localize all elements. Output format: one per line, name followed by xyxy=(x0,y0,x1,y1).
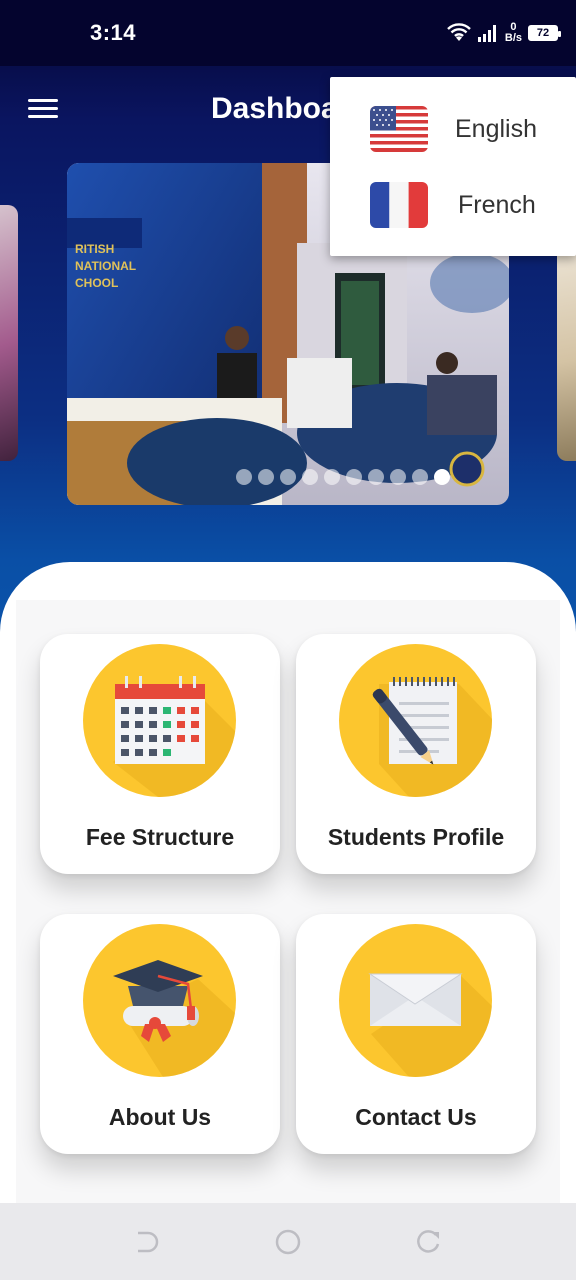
carousel-dot[interactable] xyxy=(346,469,362,485)
carousel-dot[interactable] xyxy=(368,469,384,485)
home-icon[interactable] xyxy=(275,1229,301,1255)
language-label-english: English xyxy=(455,114,537,143)
recent-apps-icon[interactable] xyxy=(416,1229,442,1255)
svg-text:RITISH: RITISH xyxy=(75,242,114,256)
status-bar: 3:14 0 B/s 72 xyxy=(0,0,576,66)
network-speed: 0 B/s xyxy=(505,22,522,44)
carousel-dot[interactable] xyxy=(434,469,450,485)
about-us-label: About Us xyxy=(108,1104,212,1130)
fee-structure-label: Fee Structure xyxy=(85,824,235,850)
language-menu: English French xyxy=(330,77,576,256)
svg-text:CHOOL: CHOOL xyxy=(75,276,118,290)
contact-us-label: Contact Us xyxy=(355,1104,477,1130)
carousel-dot[interactable] xyxy=(302,469,318,485)
carousel-dot[interactable] xyxy=(280,469,296,485)
dashboard-screen: 3:14 0 B/s 72 Dashboard RITISH NATIONAL … xyxy=(0,0,576,1280)
calendar-icon xyxy=(83,644,236,797)
svg-text:NATIONAL: NATIONAL xyxy=(75,259,136,273)
carousel-previous-slide[interactable] xyxy=(0,205,18,461)
status-icons: 0 B/s 72 xyxy=(447,18,561,48)
back-icon[interactable] xyxy=(134,1229,160,1255)
about-us-card[interactable]: About Us xyxy=(40,914,280,1154)
carousel-dot[interactable] xyxy=(390,469,406,485)
system-navigation-bar xyxy=(0,1203,576,1280)
wifi-icon xyxy=(447,23,471,41)
notepad-pen-icon xyxy=(339,644,492,797)
contact-us-card[interactable]: Contact Us xyxy=(296,914,536,1154)
signal-icon xyxy=(477,25,496,42)
network-speed-unit: B/s xyxy=(504,32,522,44)
students-profile-label: Students Profile xyxy=(327,824,505,850)
carousel-dots xyxy=(67,469,509,485)
carousel-dot[interactable] xyxy=(258,469,274,485)
carousel-dot[interactable] xyxy=(412,469,428,485)
hamburger-menu-icon[interactable] xyxy=(28,94,62,124)
envelope-icon xyxy=(339,924,492,1077)
students-profile-card[interactable]: Students Profile xyxy=(296,634,536,874)
language-option-french[interactable]: French xyxy=(330,167,576,243)
battery-level: 72 xyxy=(536,27,550,39)
language-option-english[interactable]: English xyxy=(330,91,576,167)
graduation-cap-icon xyxy=(83,924,236,1077)
france-flag-icon xyxy=(370,182,428,228)
carousel-dot[interactable] xyxy=(236,469,252,485)
battery-icon: 72 xyxy=(528,25,561,41)
fee-structure-card[interactable]: Fee Structure xyxy=(40,634,280,874)
status-time: 3:14 xyxy=(90,20,137,45)
us-flag-icon xyxy=(370,106,428,152)
language-label-french: French xyxy=(458,190,536,219)
carousel-dot[interactable] xyxy=(324,469,340,485)
